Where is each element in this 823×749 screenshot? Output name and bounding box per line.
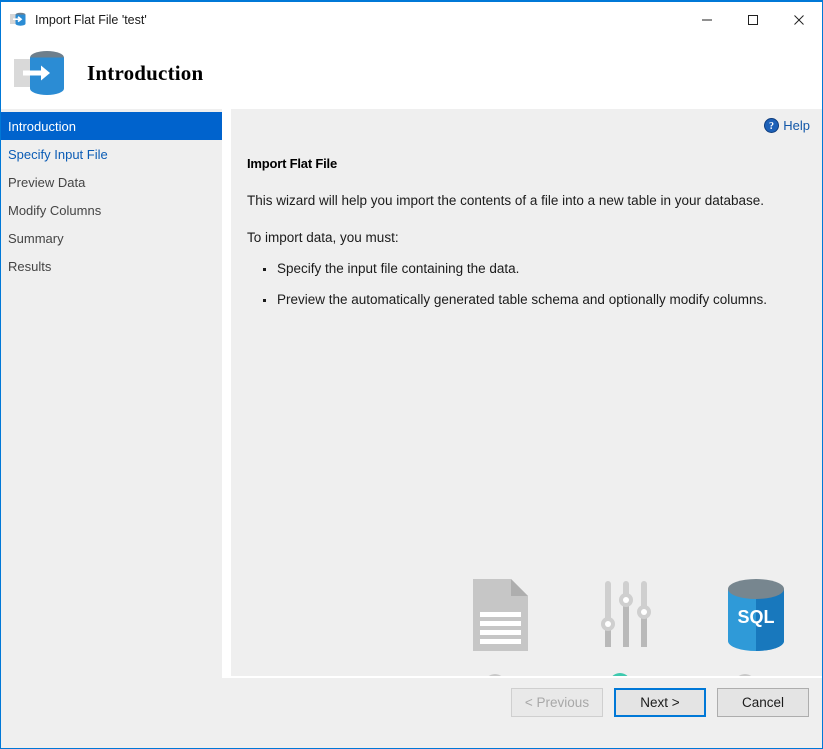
close-icon[interactable] — [776, 2, 822, 37]
cancel-button-label: Cancel — [742, 695, 784, 710]
intro-paragraph: This wizard will help you import the con… — [247, 193, 822, 208]
footer-button-group: < Previous Next > Cancel — [511, 688, 809, 717]
help-question-icon: ? — [764, 118, 779, 133]
content-panel: ? Help Import Flat File This wizard will… — [231, 109, 822, 749]
steps-list: Specify the input file containing the da… — [247, 261, 822, 307]
list-item: Specify the input file containing the da… — [277, 261, 822, 276]
sidebar-item-preview-data[interactable]: Preview Data — [1, 168, 222, 196]
sidebar-content-divider — [222, 109, 231, 749]
instruction-paragraph: To import data, you must: — [247, 230, 822, 245]
sidebar-item-label: Preview Data — [8, 175, 85, 190]
wizard-step-sidebar: Introduction Specify Input File Preview … — [1, 109, 222, 749]
minimize-icon[interactable] — [684, 2, 730, 37]
sidebar-item-results[interactable]: Results — [1, 252, 222, 280]
sidebar-item-modify-columns[interactable]: Modify Columns — [1, 196, 222, 224]
sql-database-icon: SQL — [726, 579, 786, 651]
maximize-icon[interactable] — [730, 2, 776, 37]
wizard-footer: < Previous Next > Cancel — [222, 676, 822, 748]
sql-label: SQL — [737, 607, 774, 627]
modify-columns-sliders-icon — [600, 579, 652, 651]
flat-file-document-icon — [473, 579, 528, 651]
cancel-button[interactable]: Cancel — [717, 688, 809, 717]
sidebar-item-label: Modify Columns — [8, 203, 101, 218]
window-title: Import Flat File 'test' — [35, 13, 147, 27]
svg-text:?: ? — [769, 121, 774, 132]
sidebar-item-label: Specify Input File — [8, 147, 108, 162]
previous-button[interactable]: < Previous — [511, 688, 603, 717]
next-button-label: Next > — [640, 695, 679, 710]
sidebar-item-summary[interactable]: Summary — [1, 224, 222, 252]
wizard-body: Introduction Specify Input File Preview … — [1, 109, 822, 749]
import-flat-file-wizard-window: Import Flat File 'test' Intr — [0, 0, 823, 749]
previous-button-label: < Previous — [525, 695, 589, 710]
content-text-block: Import Flat File This wizard will help y… — [231, 109, 822, 307]
content-heading: Import Flat File — [247, 156, 822, 171]
sidebar-item-label: Summary — [8, 231, 64, 246]
page-header: Introduction — [1, 37, 822, 109]
database-import-icon — [13, 45, 69, 101]
sidebar-item-label: Introduction — [8, 119, 76, 134]
sidebar-item-specify-input-file[interactable]: Specify Input File — [1, 140, 222, 168]
window-controls — [684, 2, 822, 37]
footer-sidebar-filler — [1, 676, 222, 748]
sidebar-item-label: Results — [8, 259, 51, 274]
next-button[interactable]: Next > — [614, 688, 706, 717]
list-item: Preview the automatically generated tabl… — [277, 292, 822, 307]
help-link[interactable]: ? Help — [764, 118, 810, 133]
title-bar: Import Flat File 'test' — [1, 2, 822, 37]
page-title: Introduction — [87, 61, 203, 86]
database-import-icon — [10, 11, 27, 28]
sidebar-item-introduction[interactable]: Introduction — [1, 112, 222, 140]
help-label: Help — [783, 118, 810, 133]
